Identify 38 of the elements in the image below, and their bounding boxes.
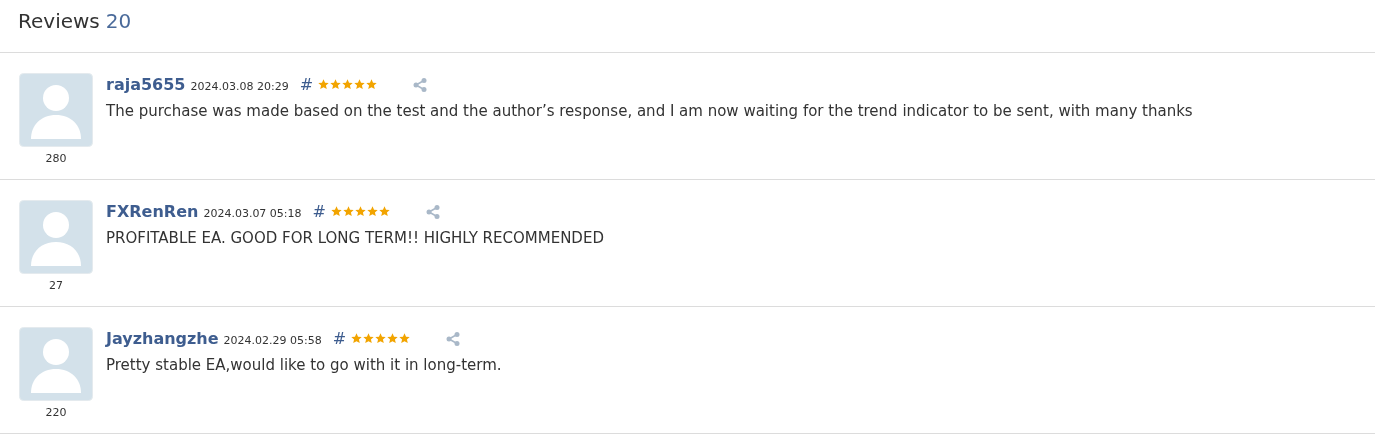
user-rating: 280 — [45, 152, 67, 165]
author-link[interactable]: raja5655 — [106, 75, 186, 94]
avatar-icon[interactable] — [19, 200, 93, 274]
star-icon — [379, 206, 390, 217]
review-text: The purchase was made based on the test and the author’s response, and I am now waiting for the trend indicator to be sent, with many thanks — [106, 102, 1193, 120]
star-icon — [330, 79, 342, 90]
star-icon — [331, 206, 342, 217]
avatar-icon[interactable] — [19, 327, 93, 401]
star-icon — [367, 206, 378, 217]
review-date: 2024.02.29 05:58 — [223, 334, 322, 347]
star-icon — [387, 333, 399, 344]
review-date: 2024.03.08 20:29 — [190, 80, 289, 93]
permalink[interactable]: # — [312, 202, 326, 221]
permalink[interactable]: # — [299, 75, 314, 94]
star-icon — [351, 333, 363, 344]
star-icon — [366, 79, 378, 90]
star-icon — [343, 206, 354, 217]
reviews-title: Reviews — [18, 9, 100, 33]
star-icon — [354, 79, 366, 90]
permalink[interactable]: # — [332, 329, 347, 348]
star-icon — [363, 333, 375, 344]
review-text: PROFITABLE EA. GOOD FOR LONG TERM!! HIGHLY RECOMMENDED — [106, 229, 604, 247]
star-icon — [318, 79, 330, 90]
star-icon — [399, 333, 411, 344]
share-icon[interactable] — [412, 76, 429, 93]
user-rating: 27 — [49, 279, 63, 292]
star-icon — [342, 79, 354, 90]
reviews-count: 20 — [105, 9, 132, 33]
user-rating: 220 — [45, 406, 67, 419]
author-link[interactable]: FXRenRen — [106, 202, 199, 221]
star-icon — [375, 333, 387, 344]
avatar-icon[interactable] — [19, 73, 93, 147]
review-date: 2024.03.07 05:18 — [203, 207, 302, 220]
share-icon[interactable] — [445, 330, 462, 347]
review-text: Pretty stable EA,would like to go with it in long-term. — [106, 356, 502, 374]
share-icon[interactable] — [425, 203, 441, 220]
author-link[interactable]: Jayzhangzhe — [106, 329, 219, 348]
star-icon — [355, 206, 366, 217]
